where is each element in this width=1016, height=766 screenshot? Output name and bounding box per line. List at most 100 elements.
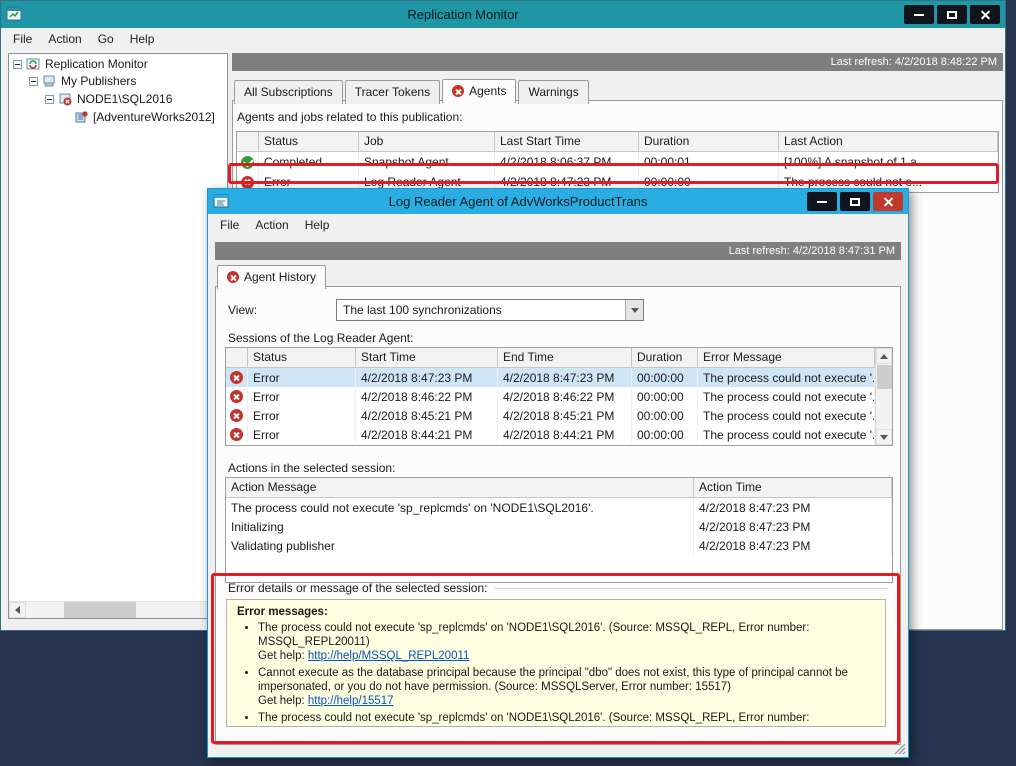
session-row-selected[interactable]: Error 4/2/2018 8:47:23 PM 4/2/2018 8:47:… bbox=[226, 368, 875, 387]
scroll-down-button[interactable] bbox=[876, 429, 892, 445]
scroll-up-button[interactable] bbox=[876, 348, 892, 364]
error-icon bbox=[227, 271, 239, 283]
desktop: Replication Monitor File Action Go Help … bbox=[0, 0, 1016, 766]
view-dropdown[interactable]: The last 100 synchronizations bbox=[336, 299, 644, 321]
sessions-label: Sessions of the Log Reader Agent: bbox=[228, 331, 413, 345]
agents-section-label: Agents and jobs related to this publicat… bbox=[237, 110, 998, 124]
sessions-table: Status Start Time End Time Duration Erro… bbox=[225, 347, 893, 446]
error-message-item: The process could not execute 'sp_replcm… bbox=[258, 621, 875, 663]
column-header-error-message[interactable]: Error Message bbox=[698, 348, 875, 368]
cell-duration: 00:00:00 bbox=[632, 425, 698, 444]
cell-error-message: The process could not execute '... bbox=[698, 425, 875, 444]
tab-tracer-tokens[interactable]: Tracer Tokens bbox=[345, 80, 440, 104]
column-header-icon[interactable] bbox=[226, 348, 248, 368]
actions-table-header: Action Message Action Time bbox=[226, 478, 892, 498]
resize-grip[interactable] bbox=[893, 742, 906, 755]
cell-error-message: The process could not execute '... bbox=[698, 406, 875, 425]
column-header-end-time[interactable]: End Time bbox=[498, 348, 632, 368]
view-label: View: bbox=[228, 303, 336, 317]
success-icon bbox=[241, 156, 254, 169]
tree-item-node1-sql2016[interactable]: NODE1\SQL2016 bbox=[9, 90, 227, 108]
collapse-icon[interactable] bbox=[13, 60, 22, 69]
menu-file[interactable]: File bbox=[212, 216, 247, 234]
help-link[interactable]: http://help/MSSQL_REPL20011 bbox=[308, 650, 470, 662]
publication-tabs: All Subscriptions Tracer Tokens Agents W… bbox=[234, 80, 591, 104]
main-titlebar[interactable]: Replication Monitor bbox=[1, 1, 1005, 28]
cell-last-start: 4/2/2018 8:06:37 PM bbox=[495, 152, 639, 172]
session-row[interactable]: Error 4/2/2018 8:44:21 PM 4/2/2018 8:44:… bbox=[226, 425, 875, 444]
dialog-title: Log Reader Agent of AdvWorksProductTrans bbox=[229, 194, 807, 209]
view-row: View: The last 100 synchronizations bbox=[228, 299, 888, 321]
column-header-status[interactable]: Status bbox=[259, 132, 359, 152]
dropdown-button[interactable] bbox=[625, 300, 643, 320]
menu-action[interactable]: Action bbox=[247, 216, 296, 234]
tab-label: Agents bbox=[469, 84, 506, 98]
scroll-left-button[interactable] bbox=[9, 602, 26, 618]
menu-go[interactable]: Go bbox=[90, 30, 122, 48]
tab-label: Tracer Tokens bbox=[355, 85, 430, 99]
cell-error-message: The process could not execute '... bbox=[698, 387, 875, 406]
tree-item-label: [AdventureWorks2012] bbox=[93, 110, 215, 124]
column-header-duration[interactable]: Duration bbox=[639, 132, 779, 152]
scrollbar-thumb[interactable] bbox=[877, 365, 892, 389]
view-dropdown-value: The last 100 synchronizations bbox=[337, 300, 625, 320]
tree-horizontal-scrollbar[interactable] bbox=[9, 601, 227, 618]
collapse-icon[interactable] bbox=[29, 77, 38, 86]
column-header-icon[interactable] bbox=[237, 132, 259, 152]
table-row[interactable]: Completed Snapshot Agent 4/2/2018 8:06:3… bbox=[237, 152, 998, 172]
menu-action[interactable]: Action bbox=[40, 30, 89, 48]
tab-warnings[interactable]: Warnings bbox=[518, 80, 588, 104]
error-icon bbox=[230, 428, 243, 441]
tab-agents[interactable]: Agents bbox=[442, 79, 516, 103]
dialog-titlebar[interactable]: Log Reader Agent of AdvWorksProductTrans bbox=[208, 189, 908, 214]
tree-item-my-publishers[interactable]: My Publishers bbox=[9, 72, 227, 90]
collapse-icon[interactable] bbox=[45, 95, 54, 104]
column-header-job[interactable]: Job bbox=[359, 132, 495, 152]
publication-icon bbox=[74, 110, 89, 124]
maximize-button[interactable] bbox=[840, 192, 870, 211]
action-row[interactable]: The process could not execute 'sp_replcm… bbox=[226, 498, 892, 517]
cell-status: Error bbox=[248, 368, 356, 387]
cell-start-time: 4/2/2018 8:47:23 PM bbox=[356, 368, 498, 387]
get-help-label: Get help: bbox=[258, 650, 305, 662]
column-header-duration[interactable]: Duration bbox=[632, 348, 698, 368]
cell-action-message: The process could not execute 'sp_replcm… bbox=[226, 498, 694, 517]
action-row[interactable]: Validating publisher 4/2/2018 8:47:23 PM bbox=[226, 536, 892, 555]
minimize-button[interactable] bbox=[807, 192, 837, 211]
maximize-icon bbox=[947, 11, 957, 19]
column-header-action-message[interactable]: Action Message bbox=[226, 478, 694, 498]
actions-label: Actions in the selected session: bbox=[228, 461, 395, 475]
arrow-down-icon bbox=[880, 435, 888, 440]
session-row[interactable]: Error 4/2/2018 8:46:22 PM 4/2/2018 8:46:… bbox=[226, 387, 875, 406]
scrollbar-thumb[interactable] bbox=[64, 602, 136, 618]
cell-start-time: 4/2/2018 8:44:21 PM bbox=[356, 425, 498, 444]
column-header-last-action[interactable]: Last Action bbox=[779, 132, 998, 152]
actions-table: Action Message Action Time The process c… bbox=[225, 477, 893, 583]
tree-item-replication-monitor[interactable]: Replication Monitor bbox=[9, 54, 227, 72]
tab-label: Agent History bbox=[244, 270, 316, 284]
action-row[interactable]: Initializing 4/2/2018 8:47:23 PM bbox=[226, 517, 892, 536]
tree-item-label: NODE1\SQL2016 bbox=[77, 92, 172, 106]
tab-agent-history[interactable]: Agent History bbox=[217, 265, 326, 289]
column-header-status[interactable]: Status bbox=[248, 348, 356, 368]
menu-file[interactable]: File bbox=[5, 30, 40, 48]
help-link[interactable]: http://help/15517 bbox=[308, 695, 394, 707]
column-header-last-start-time[interactable]: Last Start Time bbox=[495, 132, 639, 152]
scrollbar-track[interactable] bbox=[26, 602, 210, 618]
error-message-list: The process could not execute 'sp_replcm… bbox=[237, 621, 875, 727]
tab-all-subscriptions[interactable]: All Subscriptions bbox=[234, 80, 343, 104]
minimize-button[interactable] bbox=[904, 5, 934, 24]
sessions-vertical-scrollbar[interactable] bbox=[875, 348, 892, 445]
close-button[interactable] bbox=[873, 192, 903, 211]
last-refresh-bar: Last refresh: 4/2/2018 8:48:22 PM bbox=[232, 53, 1003, 71]
cell-duration: 00:00:00 bbox=[632, 387, 698, 406]
dialog-menubar: File Action Help bbox=[208, 214, 908, 235]
menu-help[interactable]: Help bbox=[122, 30, 163, 48]
session-row[interactable]: Error 4/2/2018 8:45:21 PM 4/2/2018 8:45:… bbox=[226, 406, 875, 425]
column-header-start-time[interactable]: Start Time bbox=[356, 348, 498, 368]
column-header-action-time[interactable]: Action Time bbox=[694, 478, 892, 498]
tree-item-adventureworks2012[interactable]: [AdventureWorks2012] bbox=[9, 108, 227, 126]
close-button[interactable] bbox=[970, 5, 1000, 24]
maximize-button[interactable] bbox=[937, 5, 967, 24]
menu-help[interactable]: Help bbox=[297, 216, 338, 234]
